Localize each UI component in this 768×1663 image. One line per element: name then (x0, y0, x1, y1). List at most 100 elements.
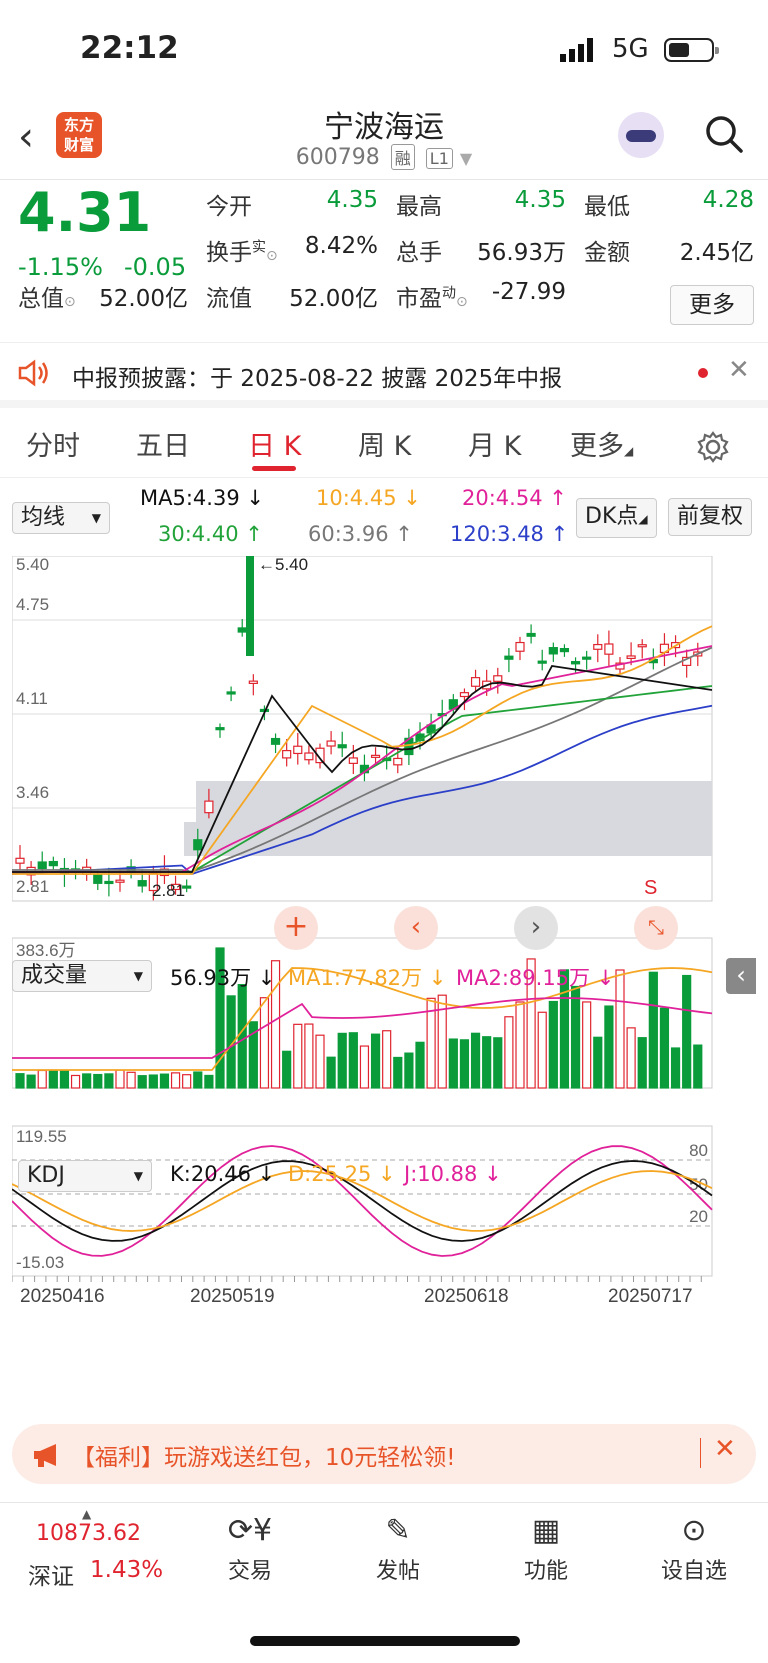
volume-bar (326, 1056, 336, 1089)
volume-bar (459, 1039, 470, 1089)
nav-function[interactable]: ▦ 功能 (486, 1513, 606, 1585)
price-axis-label: 5.40 (16, 556, 49, 574)
candlestick (493, 675, 503, 682)
ma20-label: 20:4.54 ↑ (462, 486, 567, 510)
zoom-in-button[interactable]: + (274, 906, 318, 950)
volume-bar (582, 1001, 592, 1089)
candlestick (526, 632, 536, 637)
candlestick (137, 880, 147, 887)
high-marker: ←5.40 (258, 556, 308, 574)
volume-bar (504, 1016, 514, 1089)
stock-header: ‹ 东方 财富 宁波海运 600798 融 L1 ▼ (0, 100, 768, 180)
nav-trade[interactable]: ⟳¥ 交易 (190, 1513, 310, 1585)
gear-icon[interactable] (696, 430, 730, 464)
dk-point-button[interactable]: DK点◢ (576, 498, 657, 538)
candlestick (626, 655, 636, 660)
tab-active-indicator (252, 466, 296, 471)
volume-axis-label: 383.6万 (16, 941, 76, 960)
candlestick (537, 660, 547, 664)
total-cap-value: 52.00亿 (99, 286, 188, 312)
volume-bar (670, 1047, 681, 1089)
candlestick (104, 880, 114, 885)
search-icon[interactable] (704, 114, 744, 154)
ma-legend: 均线 ▼ MA5:4.39 ↓ 10:4.45 ↓ 20:4.54 ↑ 30:4.… (0, 484, 768, 552)
volume-bar (359, 1045, 370, 1089)
more-button[interactable]: 更多 (670, 285, 754, 325)
tab-five-day[interactable]: 五日 (136, 424, 190, 463)
candlestick (370, 754, 381, 758)
volume-bar (570, 985, 581, 1089)
period-tabs: 分时 五日 日 K 周 K 月 K 更多◢ (0, 416, 768, 478)
volume-bar (159, 1073, 170, 1089)
kdj-selector[interactable]: KDJ ▼ (18, 1160, 152, 1192)
candlestick (193, 839, 203, 851)
speaker-icon (18, 359, 48, 387)
nav-post[interactable]: ✎ 发帖 (338, 1513, 458, 1585)
prev-button[interactable]: ‹ (394, 906, 438, 950)
tab-more[interactable]: 更多◢ (570, 424, 633, 463)
kdj-d: D:25.25 ↓ (288, 1162, 396, 1186)
assistant-robot-icon[interactable] (618, 112, 664, 158)
volume-selector[interactable]: 成交量 ▼ (12, 960, 152, 992)
volume-bar (537, 1011, 547, 1089)
volume-bar (515, 1001, 525, 1089)
kdj-level-label: 80 (689, 1141, 708, 1160)
adjust-button[interactable]: 前复权 (668, 498, 753, 536)
volume-bar (648, 971, 658, 1089)
ma-selector[interactable]: 均线 ▼ (12, 502, 110, 534)
candlestick (37, 861, 47, 870)
volume-bar (15, 1073, 25, 1089)
tab-week-k[interactable]: 周 K (358, 424, 411, 463)
float-cap-label: 流值 (206, 286, 252, 312)
low-marker: 2.81 (152, 881, 185, 900)
info-icon: ⊙ (266, 248, 278, 264)
price-axis-label: 4.11 (16, 689, 48, 708)
volume-bar (348, 1032, 358, 1089)
volume-bar (237, 984, 247, 1089)
unread-dot (698, 368, 708, 378)
info-icon: ⊙ (64, 294, 76, 310)
pe-label: 市盈动⊙ (396, 285, 468, 312)
battery-icon (664, 38, 719, 62)
close-icon[interactable]: ✕ (728, 355, 750, 385)
volume-bar (593, 1036, 603, 1089)
signal-icon (560, 38, 593, 62)
candlestick (282, 749, 292, 759)
kdj-k: K:20.46 ↓ (170, 1162, 276, 1186)
tab-minute[interactable]: 分时 (26, 424, 80, 463)
volume-bar (682, 974, 692, 1089)
candlestick (115, 879, 125, 883)
price-axis-label: 4.75 (16, 595, 49, 614)
close-icon[interactable]: ✕ (714, 1434, 736, 1464)
volume-bar (148, 1074, 158, 1089)
volume-value: 56.93万 (477, 240, 566, 266)
turnover-value: 8.42% (304, 233, 378, 259)
ma60-label: 60:3.96 ↑ (308, 522, 413, 546)
index-value[interactable]: 10873.62 (36, 1521, 141, 1546)
candlestick (326, 740, 336, 747)
side-collapse-icon[interactable]: ‹ (726, 958, 756, 994)
notice-bar[interactable]: 中报预披露：于 2025-08-22 披露 2025年中报 ✕ (0, 342, 768, 408)
candlestick (93, 873, 103, 884)
volume-ma1: MA1:77.82万 ↓ (288, 966, 447, 990)
kdj-axis-label: -15.03 (16, 1253, 64, 1272)
candlestick (604, 643, 614, 655)
tab-month-k[interactable]: 月 K (468, 424, 521, 463)
candlestick (246, 556, 254, 656)
fullscreen-icon[interactable]: ⤡ (634, 906, 678, 950)
volume-bar (448, 1038, 458, 1089)
candlestick (226, 691, 236, 695)
promo-banner[interactable]: 【福利】玩游戏送红包，10元轻松领! ✕ (12, 1424, 756, 1484)
float-cap-value: 52.00亿 (289, 286, 378, 312)
volume-bar (493, 1037, 503, 1089)
next-button[interactable]: › (514, 906, 558, 950)
candlestick (393, 757, 403, 766)
volume-bar (204, 1074, 214, 1089)
notice-text: 中报预披露：于 2025-08-22 披露 2025年中报 (72, 366, 563, 392)
volume-bar (337, 1032, 347, 1089)
amount-value: 2.45亿 (679, 240, 754, 266)
amount-label: 金额 (584, 240, 630, 266)
tab-day-k[interactable]: 日 K (248, 424, 301, 463)
nav-watchlist[interactable]: ⊙ 设自选 (634, 1513, 754, 1585)
volume-bar (482, 1036, 492, 1089)
